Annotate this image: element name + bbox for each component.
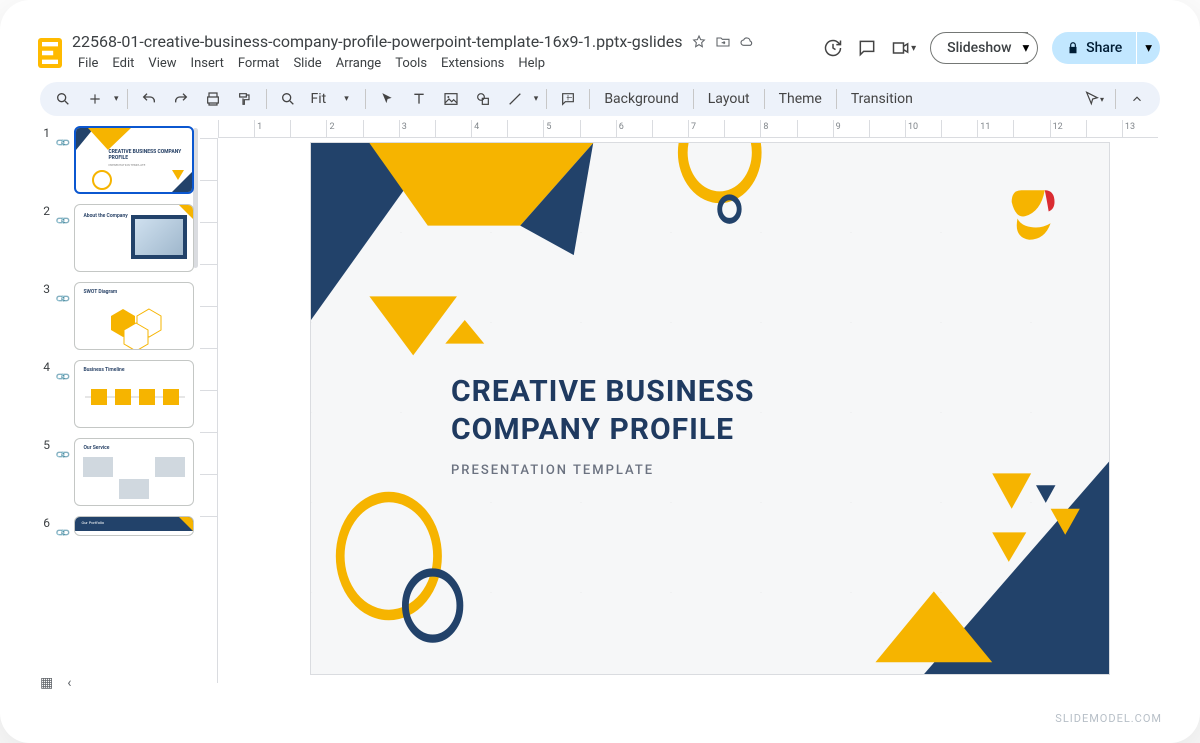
lock-icon (1066, 41, 1080, 55)
menu-tools[interactable]: Tools (389, 53, 433, 74)
slide-thumbnail-1[interactable]: CREATIVE BUSINESS COMPANY PROFILE PRESEN… (74, 126, 194, 194)
menu-file[interactable]: File (72, 53, 104, 74)
slide-canvas[interactable]: CREATIVE BUSINESS COMPANY PROFILE PRESEN… (310, 142, 1110, 675)
canvas: 12345678910111213 (200, 120, 1170, 695)
slide-thumbnail-6[interactable]: Our Portfolio (74, 516, 194, 536)
menu-extensions[interactable]: Extensions (435, 53, 510, 74)
prev-slide-icon[interactable]: ‹ (67, 675, 71, 691)
share-button[interactable]: Share (1052, 32, 1136, 64)
share-dropdown[interactable]: ▾ (1137, 32, 1160, 64)
workspace: 1 🔗 CREATIVE BUSINESS COMPANY PROFILE PR… (30, 120, 1170, 695)
cloud-status-icon[interactable] (739, 34, 755, 50)
redo-button[interactable] (168, 86, 194, 112)
hide-menus-icon[interactable] (1124, 86, 1150, 112)
google-slides-app: 22568-01-creative-business-company-profi… (30, 26, 1170, 695)
slide-subtitle[interactable]: PRESENTATION TEMPLATE (451, 463, 654, 478)
slide-title[interactable]: CREATIVE BUSINESS COMPANY PROFILE (451, 373, 755, 448)
move-to-folder-icon[interactable] (715, 34, 731, 50)
link-icon: 🔗 (54, 213, 71, 230)
layout-button[interactable]: Layout (702, 91, 756, 107)
thumb-number: 1 (40, 126, 50, 140)
slideshow-dropdown[interactable]: ▾ (1014, 32, 1038, 64)
link-icon: 🔗 (54, 135, 71, 152)
history-icon[interactable] (823, 38, 843, 58)
mode-cursor-icon[interactable]: ▾ (1081, 86, 1107, 112)
star-icon[interactable] (691, 34, 707, 50)
slide-thumbnail-3[interactable]: SWOT Diagram (74, 282, 194, 350)
meet-icon[interactable] (891, 38, 911, 58)
comments-icon[interactable] (857, 38, 877, 58)
toolbar: ▾ Fit ▾ ▾ Background Layout Theme Transi… (40, 82, 1160, 116)
menu-help[interactable]: Help (512, 53, 551, 74)
menubar: File Edit View Insert Format Slide Arran… (72, 53, 813, 74)
link-icon: 🔗 (54, 525, 71, 542)
chevron-down-icon[interactable]: ▾ (114, 94, 119, 104)
vertical-ruler (200, 138, 218, 683)
horizontal-ruler: 12345678910111213 (218, 120, 1158, 138)
slide-thumbnail-2[interactable]: About the Company (74, 204, 194, 272)
comment-button[interactable] (555, 86, 581, 112)
undo-button[interactable] (136, 86, 162, 112)
menu-format[interactable]: Format (232, 53, 286, 74)
menu-arrange[interactable]: Arrange (330, 53, 387, 74)
document-name[interactable]: 22568-01-creative-business-company-profi… (72, 32, 683, 51)
image-tool[interactable] (438, 86, 464, 112)
slide-thumbnail-5[interactable]: Our Service (74, 438, 194, 506)
theme-button[interactable]: Theme (773, 91, 828, 107)
new-slide-button[interactable] (82, 86, 108, 112)
chevron-down-icon[interactable]: ▾ (336, 94, 357, 104)
select-tool[interactable] (374, 86, 400, 112)
menu-slide[interactable]: Slide (287, 53, 327, 74)
link-icon: 🔗 (54, 291, 71, 308)
slides-logo-icon (38, 38, 62, 68)
watermark: SLIDEMODEL.COM (1055, 712, 1162, 725)
line-tool[interactable] (502, 86, 528, 112)
menu-view[interactable]: View (142, 53, 182, 74)
filmstrip: 1 🔗 CREATIVE BUSINESS COMPANY PROFILE PR… (30, 120, 200, 695)
textbox-tool[interactable] (406, 86, 432, 112)
paint-format-button[interactable] (232, 86, 258, 112)
link-icon: 🔗 (54, 447, 71, 464)
chevron-down-icon[interactable]: ▾ (534, 94, 539, 104)
zoom-icon[interactable] (275, 86, 301, 112)
slide-thumbnail-4[interactable]: Business Timeline (74, 360, 194, 428)
link-icon: 🔗 (54, 369, 71, 386)
zoom-level[interactable]: Fit (305, 91, 333, 107)
menu-edit[interactable]: Edit (106, 53, 140, 74)
grid-view-icon[interactable]: ▦ (40, 675, 53, 691)
transition-button[interactable]: Transition (845, 91, 919, 107)
print-button[interactable] (200, 86, 226, 112)
search-menus-icon[interactable] (50, 86, 76, 112)
shape-tool[interactable] (470, 86, 496, 112)
menu-insert[interactable]: Insert (185, 53, 230, 74)
chevron-down-icon[interactable]: ▾ (911, 43, 916, 54)
background-button[interactable]: Background (598, 91, 684, 107)
titlebar: 22568-01-creative-business-company-profi… (30, 26, 1170, 74)
